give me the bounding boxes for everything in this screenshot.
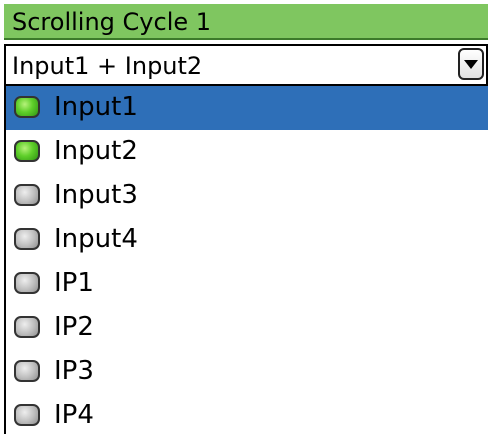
list-item-input2[interactable]: Input2 <box>6 130 488 174</box>
scrolling-cycle-widget: Scrolling Cycle 1 Input1 + Input2 Input1… <box>0 0 488 434</box>
list-item-label: Input3 <box>54 180 138 210</box>
chevron-down-icon <box>464 60 478 69</box>
status-led-icon <box>14 316 40 338</box>
list-item-input4[interactable]: Input4 <box>6 218 488 262</box>
status-led-icon <box>14 140 40 162</box>
list-item-label: IP1 <box>54 268 94 298</box>
list-item-label: Input4 <box>54 224 138 254</box>
list-item-input3[interactable]: Input3 <box>6 174 488 218</box>
list-item-label: IP4 <box>54 400 94 430</box>
list-item-label: IP2 <box>54 312 94 342</box>
list-item-input1[interactable]: Input1 <box>6 86 488 130</box>
list-item-ip3[interactable]: IP3 <box>6 350 488 394</box>
dropdown-button[interactable] <box>458 48 484 80</box>
list-item-ip1[interactable]: IP1 <box>6 262 488 306</box>
status-led-icon <box>14 404 40 426</box>
status-led-icon <box>14 96 40 118</box>
cycle-select[interactable]: Input1 + Input2 <box>4 44 488 86</box>
status-led-icon <box>14 228 40 250</box>
list-item-ip2[interactable]: IP2 <box>6 306 488 350</box>
header-bar: Scrolling Cycle 1 <box>4 4 488 40</box>
list-item-ip4[interactable]: IP4 <box>6 394 488 434</box>
list-item-label: IP3 <box>54 356 94 386</box>
status-led-icon <box>14 184 40 206</box>
widget-title: Scrolling Cycle 1 <box>12 8 212 36</box>
list-item-label: Input2 <box>54 136 138 166</box>
list-item-label: Input1 <box>54 92 138 122</box>
status-led-icon <box>14 360 40 382</box>
cycle-select-value: Input1 + Input2 <box>12 52 203 80</box>
status-led-icon <box>14 272 40 294</box>
input-list: Input1 Input2 Input3 Input4 IP1 IP2 IP3 <box>4 86 488 434</box>
